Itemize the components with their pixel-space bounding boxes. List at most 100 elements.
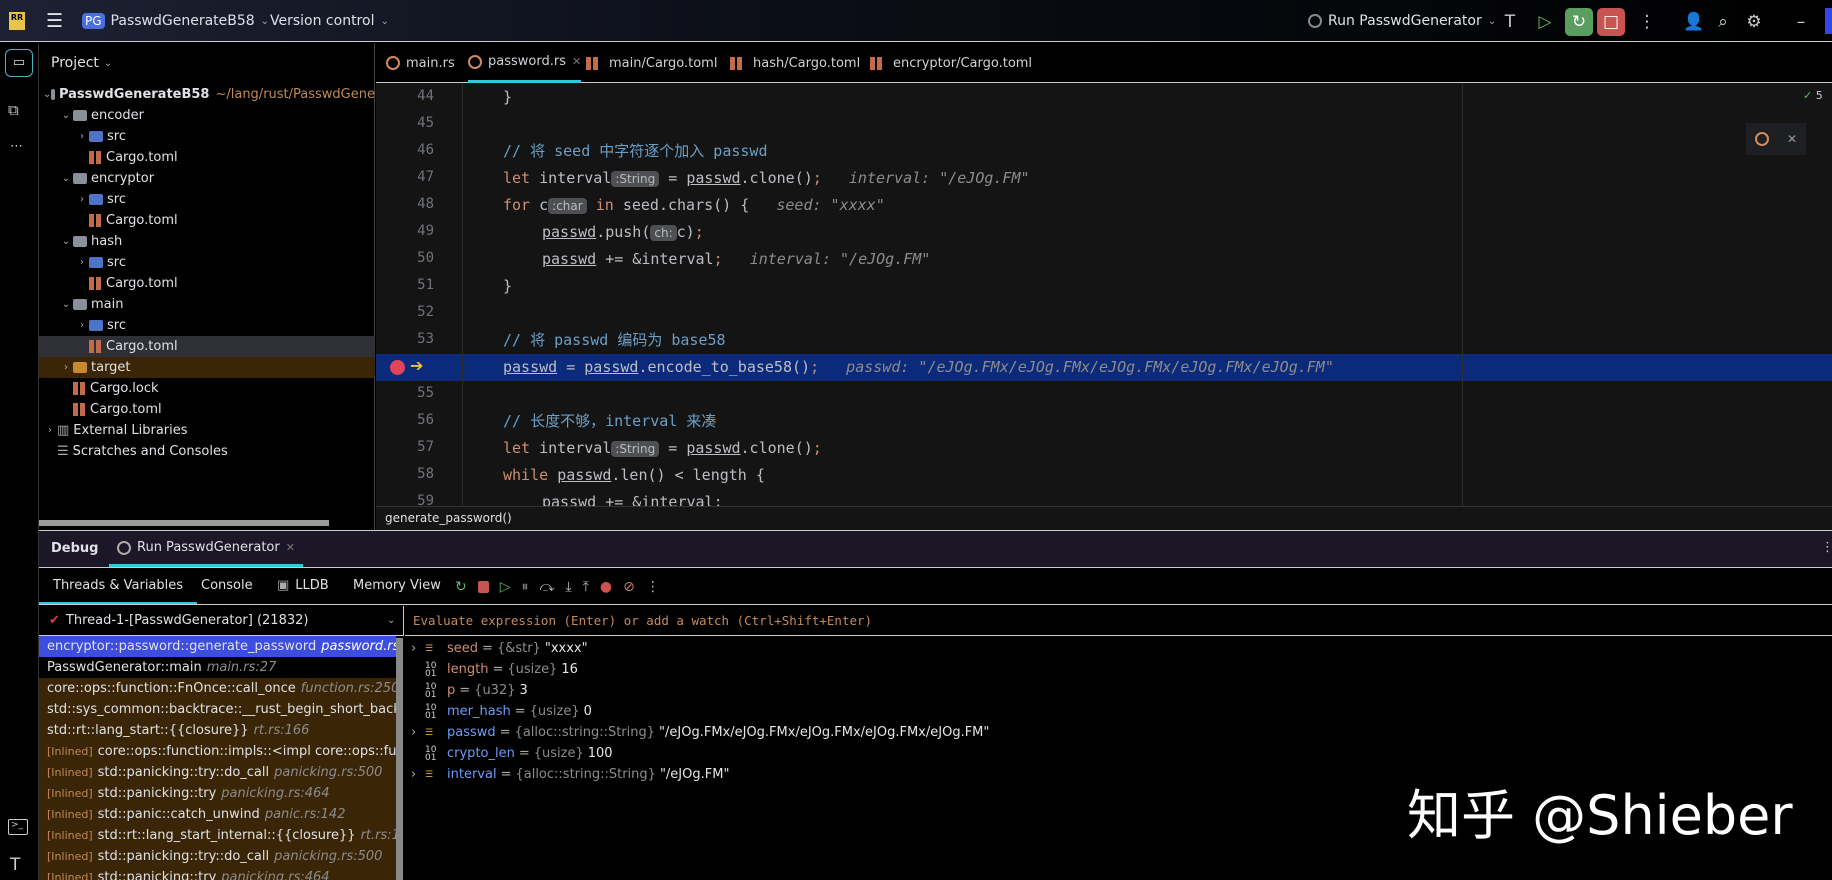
gear-icon[interactable]: ⚙ xyxy=(1740,8,1768,36)
chevron-down-icon[interactable]: ⌄ xyxy=(59,173,73,184)
build-icon[interactable]: T xyxy=(10,855,20,875)
variable-row[interactable]: 10 01 mer_hash = {usize} 0 xyxy=(405,701,592,722)
tree-item[interactable]: › src xyxy=(39,315,375,336)
rerun-icon[interactable]: ↻ xyxy=(455,579,467,595)
stack-frame[interactable]: [Inlined] core::ops::function::impls::<im… xyxy=(39,741,396,762)
tab-password-rs[interactable]: password.rs ✕ xyxy=(468,43,582,83)
variable-row[interactable]: › ☰ seed = {&str} "xxxx" xyxy=(405,638,588,659)
subtab-threads-variables[interactable]: Threads & Variables xyxy=(39,569,198,604)
main-menu-button[interactable]: ☰ xyxy=(46,0,63,42)
debug-session-tab[interactable]: Run PasswdGenerator ✕ xyxy=(109,531,303,567)
stack-frame[interactable]: [Inlined] std::panicking::try::do_call pan… xyxy=(39,846,396,867)
variable-row[interactable]: › ☰ passwd = {alloc::string::String} "/eJOg.F… xyxy=(405,722,989,743)
tree-item[interactable]: Cargo.toml xyxy=(39,210,375,231)
chevron-right-icon[interactable]: › xyxy=(75,257,89,268)
stack-frame[interactable]: std::rt::lang_start::{{closure}} rt.rs:16… xyxy=(39,720,396,741)
tab-main-rs[interactable]: main.rs xyxy=(386,43,455,83)
subtab-memory-view[interactable]: Memory View xyxy=(353,569,441,603)
add-user-icon[interactable]: 👤 xyxy=(1680,8,1708,36)
stack-frame[interactable]: [Inlined] std::panicking::try panicking.rs… xyxy=(39,783,396,804)
tree-item[interactable]: ☰ Scratches and Consoles xyxy=(39,441,375,462)
tree-item[interactable]: › ▥ External Libraries xyxy=(39,420,375,441)
project-panel-header[interactable]: Project ⌄ xyxy=(51,43,112,83)
more-tools-icon[interactable]: ⋯ xyxy=(10,139,23,154)
code-line[interactable]: // 将 seed 中字符逐个加入 passwd xyxy=(503,138,768,165)
variable-row[interactable]: 10 01 crypto_len = {usize} 100 xyxy=(405,743,613,764)
tree-item[interactable]: Cargo.toml xyxy=(39,147,375,168)
build-hammer-icon[interactable]: T xyxy=(1496,8,1524,36)
tree-item[interactable]: Cargo.toml xyxy=(39,273,375,294)
close-icon[interactable]: ✕ xyxy=(572,55,581,68)
code-line[interactable]: let interval:String = passwd.clone(); xyxy=(503,435,822,462)
subtab-console[interactable]: Console xyxy=(201,569,253,603)
evaluate-expression-input[interactable]: Evaluate expression (Enter) or add a wat… xyxy=(405,606,1832,636)
breadcrumb-item[interactable]: generate_password() xyxy=(385,511,512,525)
tree-item[interactable]: Cargo.toml xyxy=(39,399,375,420)
stack-frame[interactable]: encryptor::password::generate_password pa… xyxy=(39,636,396,657)
rust-reload-icon[interactable] xyxy=(1754,132,1769,146)
chevron-right-icon[interactable]: › xyxy=(405,767,425,782)
search-icon[interactable]: ⌕ xyxy=(1709,8,1737,36)
minimize-icon[interactable]: – xyxy=(1787,8,1815,36)
tab-hash-cargo-toml[interactable]: hash/Cargo.toml xyxy=(730,43,860,83)
tree-item[interactable]: › src xyxy=(39,252,375,273)
tab-encryptor-cargo-toml[interactable]: encryptor/Cargo.toml xyxy=(870,43,1032,83)
code-line[interactable]: while passwd.len() < length { xyxy=(503,462,765,489)
structure-tool-icon[interactable]: ⧉ xyxy=(8,101,19,119)
close-icon[interactable]: ✕ xyxy=(1787,132,1797,146)
code-line[interactable]: for c:char in seed.chars() { seed: "xxxx… xyxy=(503,192,885,219)
chevron-right-icon[interactable]: › xyxy=(75,194,89,205)
step-over-icon[interactable]: ⤼ xyxy=(540,579,555,595)
variable-row[interactable]: 10 01 p = {u32} 3 xyxy=(405,680,528,701)
chevron-right-icon[interactable]: › xyxy=(75,131,89,142)
more-icon[interactable]: ⋮ xyxy=(1633,8,1661,36)
resume-icon[interactable]: ▷ xyxy=(500,579,511,595)
code-line[interactable]: passwd = passwd.encode_to_base58(); pass… xyxy=(503,354,1334,381)
tree-item[interactable]: ⌄ PasswdGenerateB58 ~/lang/rust/PasswdGene xyxy=(39,84,375,105)
chevron-down-icon[interactable]: ⌄ xyxy=(59,299,73,310)
code-line[interactable]: passwd += &interval; interval: "/eJOg.FM… xyxy=(542,246,930,273)
mute-breakpoints-icon[interactable]: ⊘ xyxy=(623,579,635,595)
tree-item[interactable]: ⌄ hash xyxy=(39,231,375,252)
tree-item[interactable]: ⌄ main xyxy=(39,294,375,315)
code-line[interactable]: passwd.push(ch: c); xyxy=(542,219,704,246)
stack-frame[interactable]: [Inlined] std::panicking::try::do_call pan… xyxy=(39,762,396,783)
variable-row[interactable]: › ☰ interval = {alloc::string::String} "/eJOg… xyxy=(405,764,729,785)
chevron-right-icon[interactable]: › xyxy=(43,425,57,436)
project-tool-icon[interactable]: ▭ xyxy=(5,49,33,77)
run-icon[interactable]: ▷ xyxy=(1531,8,1559,36)
chevron-down-icon[interactable]: ⌄ xyxy=(59,236,73,247)
step-out-icon[interactable]: ⤒ xyxy=(583,579,589,595)
chevron-down-icon[interactable]: ⌄ xyxy=(43,89,51,100)
chevron-right-icon[interactable]: › xyxy=(405,641,425,656)
code-line[interactable]: } xyxy=(503,84,512,111)
chevron-down-icon[interactable]: ⌄ xyxy=(59,110,73,121)
options-icon[interactable]: ⋮ xyxy=(1821,540,1832,555)
stack-frame[interactable]: [Inlined] std::panic::catch_unwind panic.r… xyxy=(39,804,396,825)
code-line[interactable]: // 长度不够，interval 来凑 xyxy=(503,408,716,435)
step-into-icon[interactable]: ⤓ xyxy=(565,579,571,595)
stop-icon[interactable] xyxy=(477,580,489,593)
vcs-menu[interactable]: Version control ⌄ xyxy=(270,0,389,42)
tree-item[interactable]: › src xyxy=(39,126,375,147)
chevron-right-icon[interactable]: › xyxy=(405,725,425,740)
tree-item[interactable]: › src xyxy=(39,189,375,210)
tree-item[interactable]: ⌄ encryptor xyxy=(39,168,375,189)
code-line[interactable]: } xyxy=(503,273,512,300)
stack-frame[interactable]: std::sys_common::backtrace::__rust_begin… xyxy=(39,699,396,720)
breakpoint-icon[interactable] xyxy=(390,360,405,375)
stack-frame[interactable]: [Inlined] std::rt::lang_start_internal::{… xyxy=(39,825,396,846)
code-area[interactable]: 44} 45 46 // 将 seed 中字符逐个加入 passwd 47 let int… xyxy=(376,84,1832,520)
debug-rerun-icon[interactable]: ↻ xyxy=(1565,8,1593,36)
view-breakpoints-icon[interactable]: ● xyxy=(600,579,612,595)
chevron-right-icon[interactable]: › xyxy=(59,362,73,373)
tab-main-cargo-toml[interactable]: main/Cargo.toml xyxy=(586,43,717,83)
subtab-lldb[interactable]: ▣ LLDB xyxy=(277,569,329,603)
pause-icon[interactable]: ⏸ xyxy=(522,579,529,595)
stack-frame[interactable]: core::ops::function::FnOnce::call_once fu… xyxy=(39,678,396,699)
terminal-icon[interactable]: >_ xyxy=(8,819,28,835)
stack-frame[interactable]: [Inlined] std::panicking::try panicking.rs… xyxy=(39,867,396,880)
code-line[interactable]: // 将 passwd 编码为 base58 xyxy=(503,327,726,354)
stack-frame[interactable]: PasswdGenerator::main main.rs:27 xyxy=(39,657,396,678)
project-switcher[interactable]: PG PasswdGenerateB58 ⌄ xyxy=(82,0,269,42)
